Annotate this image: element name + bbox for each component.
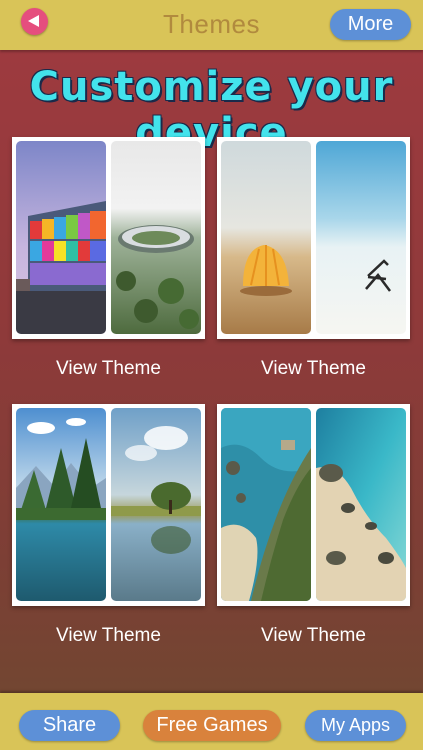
theme-1-wallpaper-left bbox=[16, 141, 106, 334]
view-theme-link-1[interactable]: View Theme bbox=[12, 358, 205, 380]
theme-4-wallpaper-right bbox=[316, 408, 406, 601]
footer-bar: Share Free Games My Apps bbox=[0, 693, 423, 750]
theme-3-wallpaper-left bbox=[16, 408, 106, 601]
theme-card-1[interactable] bbox=[12, 137, 205, 339]
theme-3-wallpaper-right bbox=[111, 408, 201, 601]
free-games-button[interactable]: Free Games bbox=[143, 710, 281, 741]
share-button[interactable]: Share bbox=[19, 710, 120, 741]
theme-2-wallpaper-left bbox=[221, 141, 311, 334]
view-theme-link-2[interactable]: View Theme bbox=[217, 358, 410, 380]
more-button[interactable]: More bbox=[330, 9, 411, 40]
view-theme-link-3[interactable]: View Theme bbox=[12, 625, 205, 647]
view-theme-link-4[interactable]: View Theme bbox=[217, 625, 410, 647]
theme-card-2[interactable] bbox=[217, 137, 410, 339]
header-bar: Themes More bbox=[0, 0, 423, 50]
theme-4-wallpaper-left bbox=[221, 408, 311, 601]
my-apps-button[interactable]: My Apps bbox=[305, 710, 406, 741]
theme-card-4[interactable] bbox=[217, 404, 410, 606]
app-screen: Themes More Customize your device View T… bbox=[0, 0, 423, 750]
theme-2-wallpaper-right bbox=[316, 141, 406, 334]
theme-1-wallpaper-right bbox=[111, 141, 201, 334]
theme-card-3[interactable] bbox=[12, 404, 205, 606]
